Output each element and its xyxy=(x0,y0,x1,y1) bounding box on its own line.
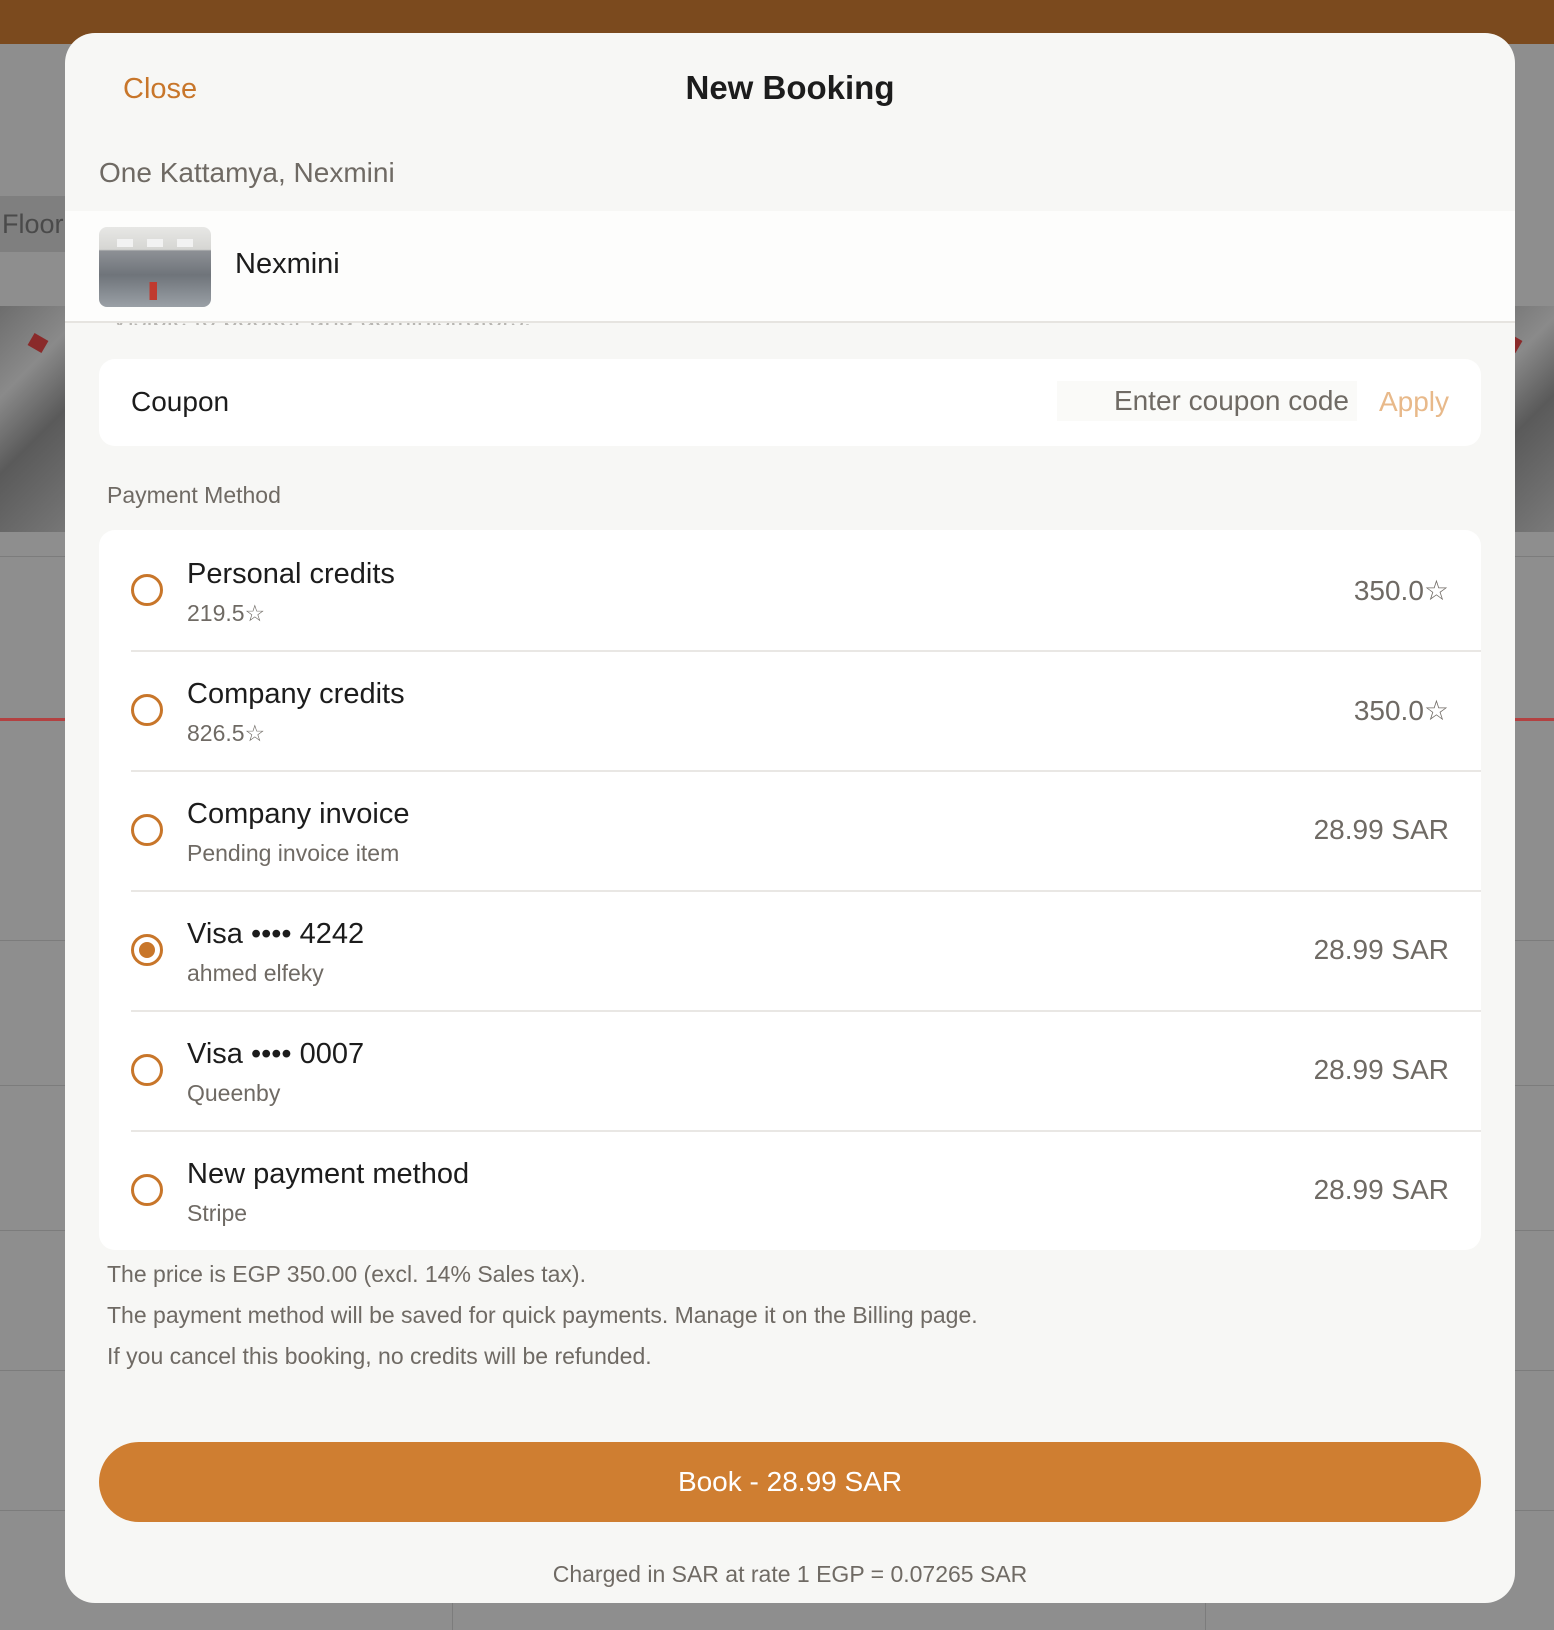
payment-option-price: 28.99 SAR xyxy=(1313,1054,1449,1085)
payment-option-title: Company invoice xyxy=(187,798,410,830)
exchange-rate-note: Charged in SAR at rate 1 EGP = 0.07265 S… xyxy=(552,1561,1028,1587)
book-button[interactable]: Book - 28.99 SAR xyxy=(99,1442,1481,1522)
payment-option-subtitle: Stripe xyxy=(187,1200,248,1226)
space-thumbnail xyxy=(99,227,211,307)
coupon-input[interactable] xyxy=(1057,381,1357,421)
modal-header: Close New Booking xyxy=(65,33,1515,153)
payment-method-label: Payment Method xyxy=(107,482,281,508)
payment-option-title: Visa •••• 0007 xyxy=(187,1038,365,1070)
payment-option-price: 28.99 SAR xyxy=(1313,1174,1449,1205)
payment-option-price: 350.0☆ xyxy=(1353,695,1449,726)
price-note: The price is EGP 350.00 (excl. 14% Sales… xyxy=(107,1261,586,1287)
radio-button[interactable] xyxy=(131,694,163,726)
radio-button[interactable] xyxy=(131,814,163,846)
location-text: One Kattamya, Nexmini xyxy=(99,157,395,188)
apply-coupon-button[interactable]: Apply xyxy=(1379,386,1449,418)
payment-option-price: 350.0☆ xyxy=(1353,575,1449,606)
payment-method-list: Personal credits 219.5☆ 350.0☆ Company c… xyxy=(99,530,1481,1250)
coupon-section: Coupon Apply xyxy=(99,359,1481,446)
coupon-label: Coupon xyxy=(131,386,230,417)
payment-option-company-credits[interactable]: Company credits 826.5☆ 350.0☆ xyxy=(99,650,1481,770)
radio-button-selected[interactable] xyxy=(131,934,163,966)
payment-option-visa-0007[interactable]: Visa •••• 0007 Queenby 28.99 SAR xyxy=(99,1010,1481,1130)
payment-option-subtitle: Pending invoice item xyxy=(187,840,400,866)
payment-option-price: 28.99 SAR xyxy=(1313,934,1449,965)
payment-option-company-invoice[interactable]: Company invoice Pending invoice item 28.… xyxy=(99,770,1481,890)
space-name: Nexmini xyxy=(235,248,340,280)
booking-notes: The price is EGP 350.00 (excl. 14% Sales… xyxy=(107,1261,978,1384)
payment-option-personal-credits[interactable]: Personal credits 219.5☆ 350.0☆ xyxy=(99,530,1481,650)
payment-option-title: Personal credits xyxy=(187,558,395,590)
payment-option-title: Company credits xyxy=(187,678,405,710)
cancellation-note: If you cancel this booking, no credits w… xyxy=(107,1343,652,1369)
radio-button[interactable] xyxy=(131,1174,163,1206)
payment-save-note: The payment method will be saved for qui… xyxy=(107,1302,978,1328)
payment-option-subtitle: 219.5☆ xyxy=(187,600,266,626)
payment-option-title: Visa •••• 4242 xyxy=(187,918,365,950)
payment-option-new-method[interactable]: New payment method Stripe 28.99 SAR xyxy=(99,1130,1481,1250)
payment-option-title: New payment method xyxy=(187,1158,470,1190)
payment-option-visa-4242[interactable]: Visa •••• 4242 ahmed elfeky 28.99 SAR xyxy=(99,890,1481,1010)
modal-title: New Booking xyxy=(685,69,895,106)
payment-option-price: 28.99 SAR xyxy=(1313,814,1449,845)
new-booking-modal: Close New Booking One Kattamya, Nexmini … xyxy=(65,33,1515,1603)
payment-option-subtitle: ahmed elfeky xyxy=(187,960,324,986)
payment-option-subtitle: 826.5☆ xyxy=(187,720,266,746)
radio-button[interactable] xyxy=(131,1054,163,1086)
radio-button[interactable] xyxy=(131,574,163,606)
space-summary: Nexmini xyxy=(65,211,1515,323)
payment-option-subtitle: Queenby xyxy=(187,1080,281,1106)
